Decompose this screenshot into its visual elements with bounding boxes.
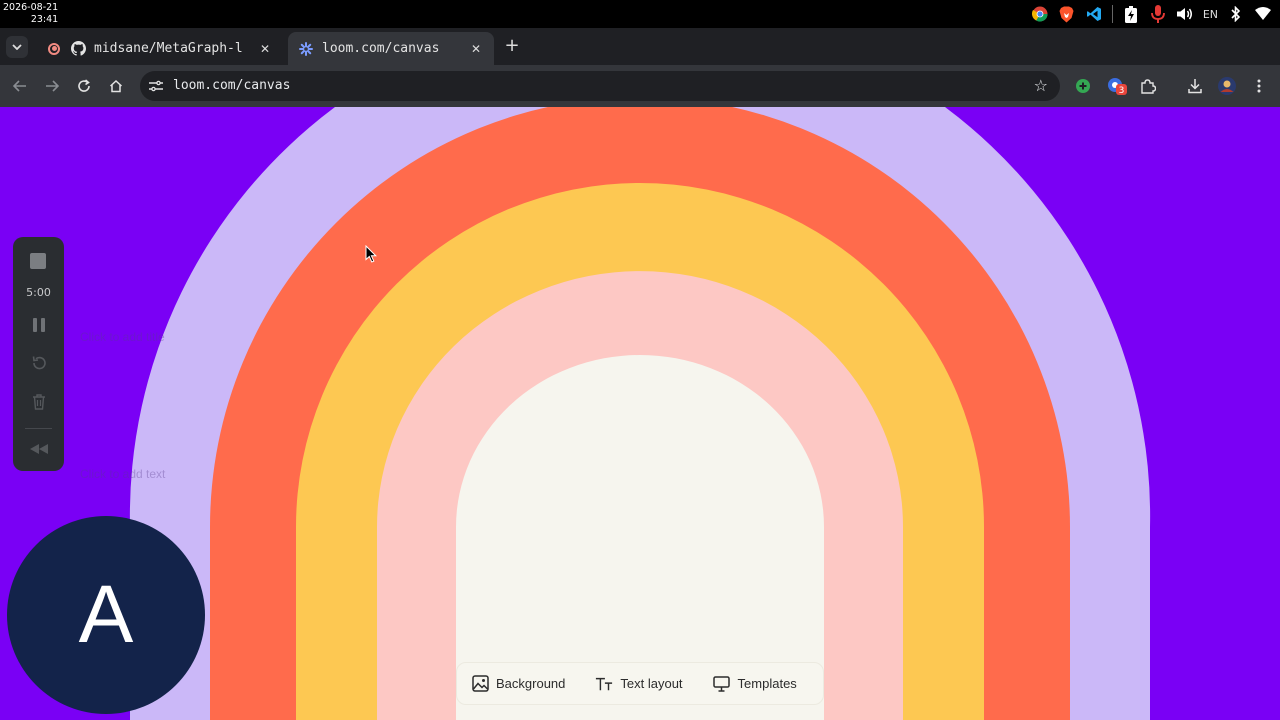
tab-search-chevron-down-icon[interactable]	[6, 36, 28, 58]
system-time: 23:41	[30, 14, 59, 25]
text-layout-label: Text layout	[620, 676, 683, 691]
extension-green-plus-icon[interactable]	[1072, 75, 1094, 97]
microphone-icon[interactable]	[1149, 5, 1167, 23]
new-tab-plus-icon[interactable]: +	[502, 36, 522, 56]
loom-icon	[298, 41, 314, 57]
home-icon[interactable]	[105, 75, 127, 97]
recording-indicator-icon	[48, 42, 60, 55]
address-url[interactable]: loom.com/canvas	[173, 78, 290, 93]
monitor-icon	[713, 675, 731, 693]
background-label: Background	[496, 676, 566, 691]
panel-divider	[25, 428, 52, 429]
stop-icon[interactable]	[30, 253, 46, 269]
keyboard-language[interactable]: EN	[1203, 5, 1218, 23]
system-top-bar: 2026-08-21 23:41 EN	[0, 0, 1280, 28]
image-icon	[471, 675, 489, 693]
system-clock: 2026-08-21 23:41	[3, 2, 58, 26]
system-date: 2026-08-21	[3, 2, 59, 13]
battery-charging-icon[interactable]	[1122, 5, 1140, 23]
back-arrow-icon[interactable]	[9, 75, 31, 97]
download-icon[interactable]	[1184, 75, 1206, 97]
extension-badge-icon[interactable]: 3	[1106, 75, 1128, 97]
camera-avatar[interactable]: A	[7, 516, 205, 714]
tray-separator	[1111, 5, 1113, 23]
bluetooth-icon[interactable]	[1227, 5, 1245, 23]
pause-icon[interactable]	[28, 315, 49, 335]
tab-close-icon[interactable]: ✕	[257, 42, 273, 56]
vscode-icon[interactable]	[1085, 5, 1103, 23]
wifi-icon[interactable]	[1254, 5, 1272, 23]
canvas-bottom-toolbar: Background Text layout Templates	[456, 662, 824, 705]
text-layout-button[interactable]: Text layout	[591, 669, 686, 699]
site-settings-icon[interactable]	[148, 78, 164, 94]
browser-tab-strip: midsane/MetaGraph-l ✕ loom.com/canvas ✕ …	[0, 28, 1280, 65]
extensions-puzzle-icon[interactable]	[1137, 75, 1159, 97]
background-button[interactable]: Background	[467, 669, 569, 699]
recording-timer: 5:00	[26, 286, 51, 299]
text-placeholder[interactable]: Click to add text	[80, 467, 165, 481]
templates-label: Templates	[737, 676, 797, 691]
tab-title: midsane/MetaGraph-l	[94, 41, 243, 56]
rewind-icon[interactable]	[28, 439, 49, 459]
tab-loom-canvas[interactable]: loom.com/canvas ✕	[288, 32, 494, 65]
restart-icon[interactable]	[28, 353, 49, 373]
browser-menu-icon[interactable]	[1248, 75, 1270, 97]
text-size-icon	[595, 675, 613, 693]
volume-icon[interactable]	[1176, 5, 1194, 23]
address-bar[interactable]: loom.com/canvas ☆	[140, 71, 1060, 101]
title-placeholder[interactable]: Click to add title	[80, 330, 165, 344]
github-icon	[70, 41, 86, 57]
recording-control-panel: 5:00	[13, 237, 64, 471]
reload-icon[interactable]	[73, 75, 95, 97]
tab-title: loom.com/canvas	[322, 41, 440, 56]
chrome-icon[interactable]	[1031, 5, 1049, 23]
browser-toolbar: loom.com/canvas ☆ 3	[0, 65, 1280, 107]
delete-icon[interactable]	[28, 392, 49, 412]
mouse-cursor-icon	[365, 245, 377, 263]
templates-button[interactable]: Templates	[709, 669, 801, 699]
svg-text:3: 3	[1119, 86, 1125, 96]
bookmark-star-icon[interactable]: ☆	[1034, 76, 1048, 95]
forward-arrow-icon[interactable]	[41, 75, 63, 97]
tab-metagraph[interactable]: midsane/MetaGraph-l ✕	[38, 32, 283, 65]
brave-icon[interactable]	[1058, 5, 1076, 23]
profile-avatar-icon[interactable]	[1216, 75, 1238, 97]
system-tray: EN	[1031, 4, 1272, 24]
tab-close-icon[interactable]: ✕	[468, 42, 484, 56]
